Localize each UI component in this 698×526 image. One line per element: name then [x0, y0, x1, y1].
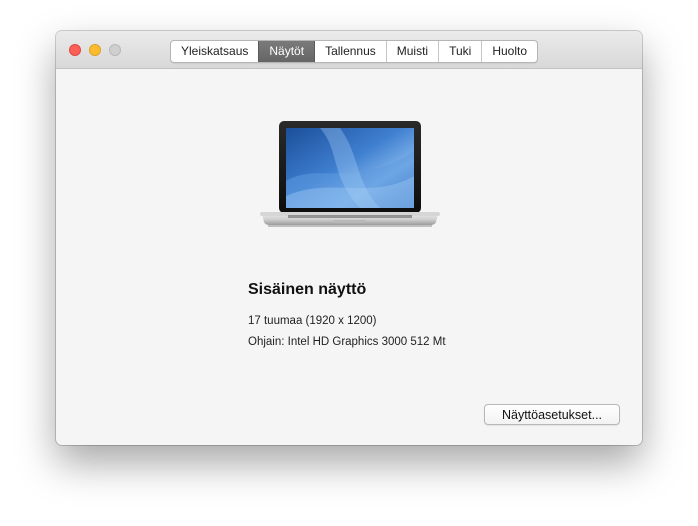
title-bar: Yleiskatsaus Näytöt Tallennus Muisti Tuk… — [56, 31, 642, 69]
display-size: 17 tuumaa (1920 x 1200) — [248, 315, 377, 327]
tab-memory[interactable]: Muisti — [385, 41, 438, 62]
display-name: Sisäinen näyttö — [248, 281, 367, 298]
close-button[interactable] — [69, 44, 81, 56]
display-driver: Ohjain: Intel HD Graphics 3000 512 Mt — [248, 336, 446, 348]
tab-support[interactable]: Tuki — [438, 41, 481, 62]
tab-bar: Yleiskatsaus Näytöt Tallennus Muisti Tuk… — [170, 40, 539, 63]
display-settings-button[interactable]: Näyttöasetukset... — [484, 404, 620, 425]
tab-displays[interactable]: Näytöt — [258, 41, 315, 62]
tab-overview[interactable]: Yleiskatsaus — [171, 41, 258, 62]
about-this-mac-window: Yleiskatsaus Näytöt Tallennus Muisti Tuk… — [56, 31, 642, 445]
tab-service[interactable]: Huolto — [481, 41, 537, 62]
laptop-icon — [260, 121, 440, 227]
tab-storage[interactable]: Tallennus — [314, 41, 386, 62]
display-info: Sisäinen näyttö 17 tuumaa (1920 x 1200) … — [248, 280, 588, 353]
zoom-button[interactable] — [109, 44, 121, 56]
minimize-button[interactable] — [89, 44, 101, 56]
